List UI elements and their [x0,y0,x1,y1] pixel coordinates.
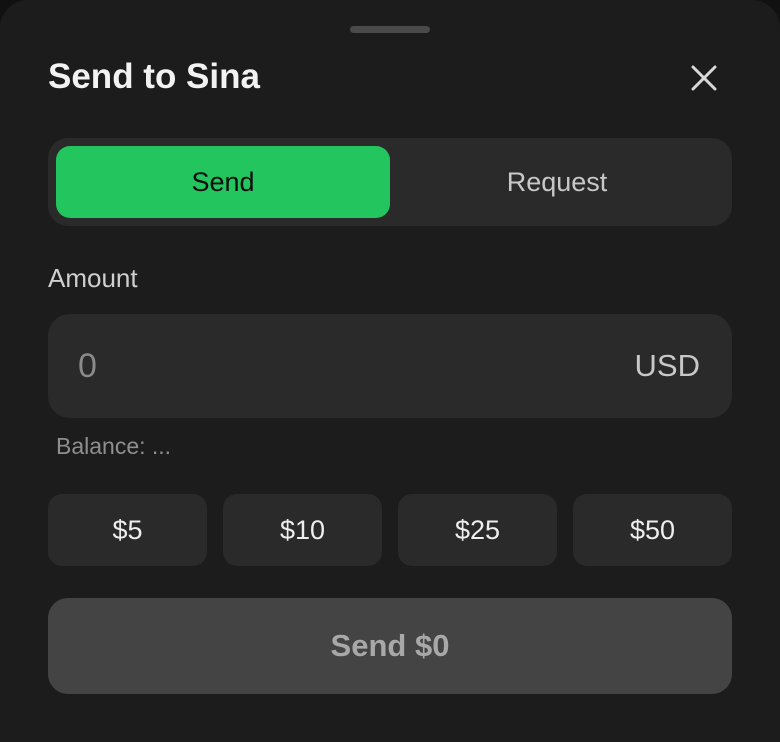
preset-25-button[interactable]: $25 [398,494,557,566]
tab-send[interactable]: Send [56,146,390,218]
drag-handle[interactable] [350,26,430,33]
amount-input[interactable] [78,336,578,396]
balance-text: Balance: ... [56,433,172,459]
currency-label: USD [634,348,700,383]
close-button[interactable] [684,58,724,98]
preset-5-button[interactable]: $5 [48,494,207,566]
send-button[interactable]: Send $0 [48,598,732,694]
amount-field: USD [48,314,732,418]
preset-50-button[interactable]: $50 [573,494,732,566]
mode-toggle: Send Request [48,138,732,226]
amount-label: Amount [48,263,138,293]
preset-amounts: $5 $10 $25 $50 [48,494,732,566]
tab-request[interactable]: Request [390,146,724,218]
send-sheet: Send to Sina Send Request Amount USD Bal… [0,0,780,742]
sheet-title: Send to Sina [48,57,260,96]
close-icon [691,65,717,91]
preset-10-button[interactable]: $10 [223,494,382,566]
